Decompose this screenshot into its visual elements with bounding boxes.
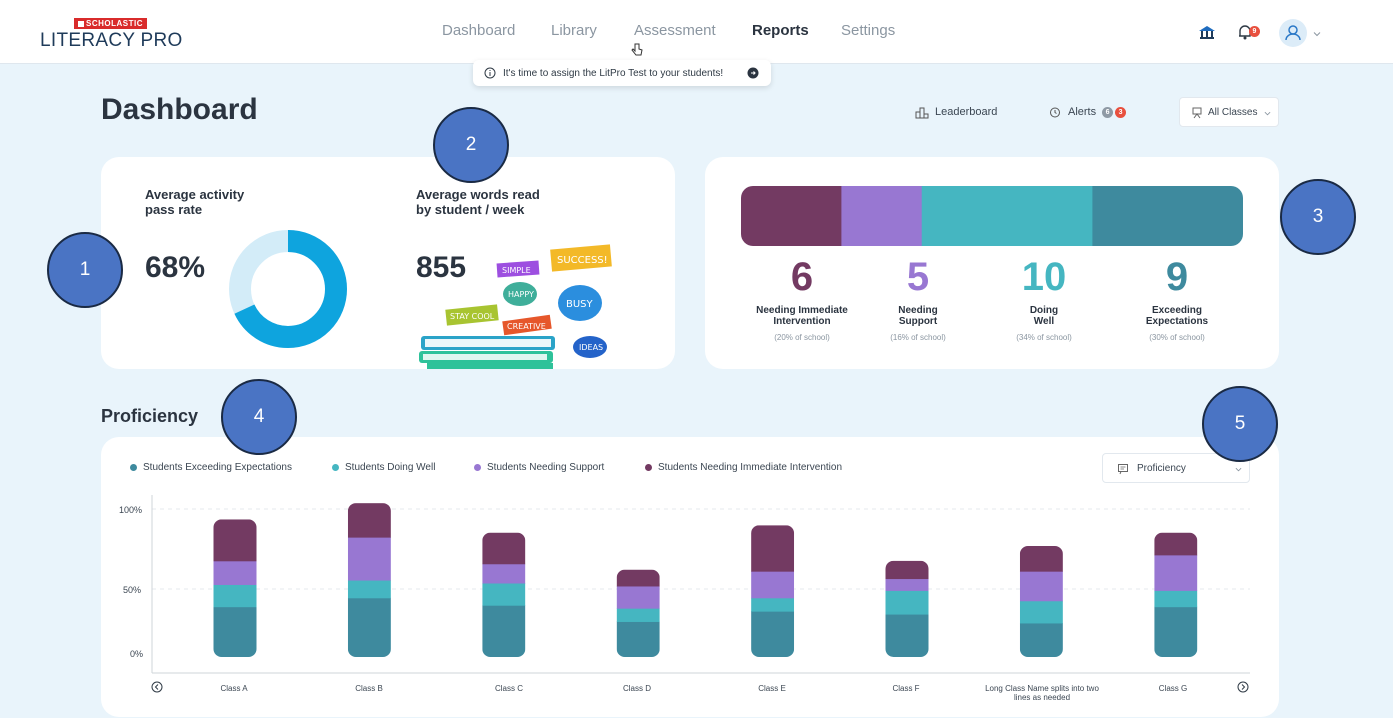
bar-segment[interactable] <box>213 606 257 658</box>
bar-segment[interactable] <box>1154 590 1198 608</box>
callout-1: 1 <box>47 232 123 308</box>
stacked-bar[interactable] <box>1019 546 1063 658</box>
chart-next-icon[interactable] <box>1237 681 1249 693</box>
stacked-bar[interactable] <box>213 519 257 658</box>
bar-segment[interactable] <box>751 611 795 658</box>
x-label-class-c: Class C <box>494 684 523 693</box>
bar-segment[interactable] <box>1019 622 1063 658</box>
bar-segment[interactable] <box>885 590 929 615</box>
stacked-bar[interactable] <box>616 569 660 658</box>
bar-segment[interactable] <box>1154 554 1198 591</box>
stacked-bar[interactable] <box>347 503 391 658</box>
stacked-bar[interactable] <box>482 532 526 658</box>
x-label-long-class: Long Class Name splits into two lines as… <box>985 684 1099 702</box>
bar-segment[interactable] <box>616 585 660 609</box>
bar-segment[interactable] <box>482 583 526 606</box>
x-label-class-g: Class G <box>1158 684 1188 693</box>
x-label-class-e: Class E <box>758 684 786 693</box>
bar-segment[interactable] <box>1019 600 1063 624</box>
proficiency-chart <box>151 495 1250 674</box>
bar-segment[interactable] <box>885 614 929 657</box>
bar-segment[interactable] <box>347 580 391 599</box>
callout-5: 5 <box>1202 386 1278 462</box>
bar-segment[interactable] <box>616 608 660 622</box>
bar-segment[interactable] <box>1019 546 1063 572</box>
x-label-class-a: Class A <box>220 684 248 693</box>
stacked-bar[interactable] <box>885 560 929 658</box>
stacked-bar[interactable] <box>1154 532 1198 658</box>
bar-segment[interactable] <box>213 584 257 608</box>
bar-segment[interactable] <box>751 571 795 599</box>
bar-segment[interactable] <box>885 578 929 591</box>
bar-segment[interactable] <box>1019 571 1063 602</box>
bar-segment[interactable] <box>347 537 391 581</box>
bar-segment[interactable] <box>1154 532 1198 556</box>
bar-segment[interactable] <box>1154 606 1198 658</box>
stacked-bar[interactable] <box>751 525 795 658</box>
bar-segment[interactable] <box>482 532 526 565</box>
bar-segment[interactable] <box>616 569 660 587</box>
x-label-class-b: Class B <box>355 684 383 693</box>
bar-segment[interactable] <box>885 560 929 580</box>
bar-segment[interactable] <box>751 597 795 612</box>
callout-4: 4 <box>221 379 297 455</box>
x-label-class-f: Class F <box>892 684 920 693</box>
chart-prev-icon[interactable] <box>151 681 163 693</box>
bar-segment[interactable] <box>347 597 391 658</box>
bar-segment[interactable] <box>482 563 526 584</box>
callout-3: 3 <box>1280 179 1356 255</box>
bar-segment[interactable] <box>213 560 257 585</box>
bar-segment[interactable] <box>347 503 391 538</box>
bar-segment[interactable] <box>482 605 526 657</box>
bar-segment[interactable] <box>213 519 257 562</box>
callout-2: 2 <box>433 107 509 183</box>
x-label-class-d: Class D <box>622 684 651 693</box>
bar-segment[interactable] <box>616 621 660 657</box>
bar-segment[interactable] <box>751 525 795 572</box>
